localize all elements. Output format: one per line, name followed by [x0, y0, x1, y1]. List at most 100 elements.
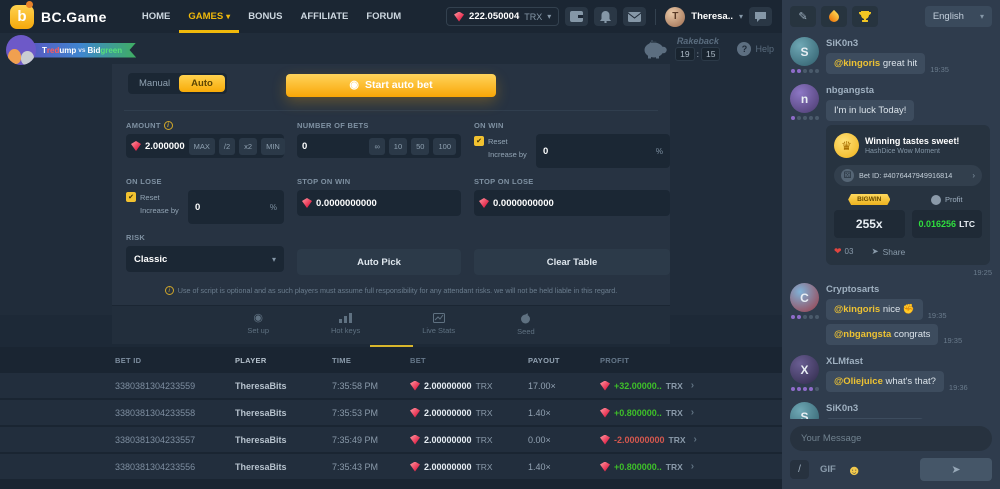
- chevron-right-icon[interactable]: ›: [694, 434, 697, 445]
- mention[interactable]: @nbgangsta: [834, 329, 891, 340]
- mention[interactable]: @kingoris: [834, 58, 880, 69]
- like-button[interactable]: ❤03: [834, 246, 853, 257]
- piggy-bank-icon[interactable]: [642, 38, 668, 59]
- amount-max-button[interactable]: MAX: [189, 138, 215, 155]
- promotions-button[interactable]: [821, 6, 847, 27]
- table-header: BET ID PLAYER TIME BET PAYOUT PROFIT: [0, 347, 782, 373]
- wallet-icon: [570, 11, 583, 22]
- trx-coin-icon: [600, 381, 610, 391]
- on-lose-value: 0: [195, 202, 270, 213]
- promo-banner[interactable]: Tredump vs Bidgreen: [6, 35, 136, 65]
- nav-home[interactable]: HOME: [133, 0, 180, 33]
- mention[interactable]: @kingoris: [834, 304, 880, 315]
- nav-bonus[interactable]: BONUS: [239, 0, 291, 33]
- mode-row: Manual Auto ◉ Start auto bet: [126, 72, 656, 98]
- amount-double-button[interactable]: x2: [239, 138, 257, 155]
- table-row[interactable]: 3380381304233559 TheresaBits 7:35:58 PM …: [0, 373, 782, 400]
- chat-message: n nbgangsta I'm in luck Today! ♛ Winning…: [790, 84, 992, 277]
- chevron-down-icon: ▾: [226, 12, 230, 21]
- number-of-bets-value: 0: [302, 141, 365, 152]
- user-name: Theresa..: [691, 11, 733, 22]
- chevron-right-icon[interactable]: ›: [691, 407, 694, 418]
- table-row[interactable]: 3380381304233558 TheresaBits 7:35:53 PM …: [0, 400, 782, 427]
- amount-min-button[interactable]: MIN: [261, 138, 285, 155]
- table-row[interactable]: 3380381304233556 TheresaBits 7:35:43 PM …: [0, 454, 782, 481]
- user-avatar[interactable]: T: [665, 7, 685, 27]
- avatar[interactable]: S: [790, 402, 819, 419]
- chevron-down-icon[interactable]: ▾: [739, 12, 743, 21]
- nav-forum[interactable]: FORUM: [357, 0, 410, 33]
- nav-affiliate[interactable]: AFFILIATE: [292, 0, 358, 33]
- number-of-bets-field: NUMBER OF BETS 0 ∞ 10 50 100: [297, 121, 461, 168]
- balance-amount: 222.050004: [469, 11, 519, 22]
- slash-command-button[interactable]: /: [790, 460, 809, 479]
- on-win-reset-checkbox[interactable]: ✔: [474, 136, 484, 146]
- language-value: English: [933, 11, 964, 22]
- amount-input[interactable]: 2.000000 MAX /2 x2 MIN: [126, 134, 284, 158]
- avatar[interactable]: S: [790, 37, 819, 66]
- avatar[interactable]: X: [790, 355, 819, 384]
- chat-username: Cryptosarts: [826, 284, 992, 295]
- avatar[interactable]: n: [790, 84, 819, 113]
- rakeback-timer[interactable]: Rakeback 19 : 15: [675, 36, 720, 61]
- balance-selector[interactable]: 222.050004 TRX ▾: [446, 7, 559, 26]
- chat-toggle-button[interactable]: [749, 7, 772, 26]
- trx-coin-icon: [454, 12, 464, 22]
- number-of-bets-input[interactable]: 0 ∞ 10 50 100: [297, 134, 461, 158]
- gif-button[interactable]: GIF: [820, 464, 836, 475]
- auto-pick-button[interactable]: Auto Pick: [297, 249, 461, 275]
- risk-select[interactable]: Classic ▾: [126, 246, 284, 272]
- col-player: PLAYER: [235, 356, 332, 365]
- win-card-subtitle: HashDice Wow Moment: [865, 148, 959, 155]
- brand-logo[interactable]: b: [10, 5, 34, 29]
- emoji-button[interactable]: ☻: [847, 463, 862, 477]
- send-button[interactable]: ➤: [920, 458, 992, 481]
- stop-on-win-input[interactable]: 0.0000000000: [297, 190, 461, 216]
- bigwin-badge: BIGWIN: [848, 194, 890, 205]
- amount-value: 2.000000: [145, 141, 185, 152]
- chevron-right-icon[interactable]: ›: [691, 461, 694, 472]
- bets-50-button[interactable]: 50: [411, 138, 429, 155]
- mention[interactable]: @Oliejuice: [834, 376, 883, 387]
- chat-message: S SiK0n3 @kingoris great hit 19:35: [790, 37, 992, 78]
- wallet-button[interactable]: [565, 7, 588, 26]
- contest-button[interactable]: [852, 6, 878, 27]
- help-button[interactable]: ? Help: [737, 42, 774, 56]
- avatar[interactable]: C: [790, 283, 819, 312]
- on-lose-reset-checkbox[interactable]: ✔: [126, 192, 136, 202]
- bets-infinity-button[interactable]: ∞: [369, 138, 384, 155]
- chat-time: 19:25: [826, 268, 992, 277]
- bet-id-link[interactable]: ⚄ Bet ID: #4076447949916814 ›: [834, 165, 982, 186]
- seed-button[interactable]: Seed: [517, 313, 535, 336]
- amount-half-button[interactable]: /2: [219, 138, 235, 155]
- rakeback-countdown: 19 : 15: [675, 47, 720, 61]
- start-auto-bet-button[interactable]: ◉ Start auto bet: [286, 74, 496, 97]
- clear-table-button[interactable]: Clear Table: [474, 249, 670, 275]
- set-up-button[interactable]: ◉ Set up: [247, 313, 269, 336]
- chat-bubble-icon: [754, 11, 767, 23]
- hot-keys-button[interactable]: Hot keys: [331, 313, 360, 336]
- gear-icon: ◉: [253, 313, 263, 323]
- language-select[interactable]: English ▾: [925, 6, 992, 27]
- promo-avatars: [6, 35, 36, 65]
- bets-10-button[interactable]: 10: [389, 138, 407, 155]
- messages-button[interactable]: [623, 7, 646, 26]
- crown-coin-icon: ♛: [834, 133, 859, 158]
- chat-message: X XLMfast @Oliejuice what's that? 19:36: [790, 355, 992, 396]
- chat-rules-button[interactable]: ✎: [790, 6, 816, 27]
- notifications-button[interactable]: [594, 7, 617, 26]
- bets-100-button[interactable]: 100: [433, 138, 456, 155]
- share-button[interactable]: ➤Share: [871, 246, 905, 257]
- table-row[interactable]: 3380381304233557 TheresaBits 7:35:49 PM …: [0, 427, 782, 454]
- auto-mode-button[interactable]: Auto: [179, 75, 225, 92]
- manual-mode-button[interactable]: Manual: [130, 75, 179, 92]
- nav-games[interactable]: GAMES▾: [179, 0, 239, 33]
- chevron-right-icon[interactable]: ›: [691, 380, 694, 391]
- on-lose-input[interactable]: 0 %: [188, 190, 284, 224]
- chat-message-input[interactable]: [790, 426, 992, 451]
- chat-sidebar: ✎ English ▾ S SiK0n3 @kingoris gre: [782, 0, 1000, 489]
- stop-on-lose-input[interactable]: 0.0000000000: [474, 190, 670, 216]
- flame-icon: [827, 9, 841, 23]
- on-win-input[interactable]: 0 %: [536, 134, 670, 168]
- live-stats-button[interactable]: Live Stats: [422, 313, 455, 336]
